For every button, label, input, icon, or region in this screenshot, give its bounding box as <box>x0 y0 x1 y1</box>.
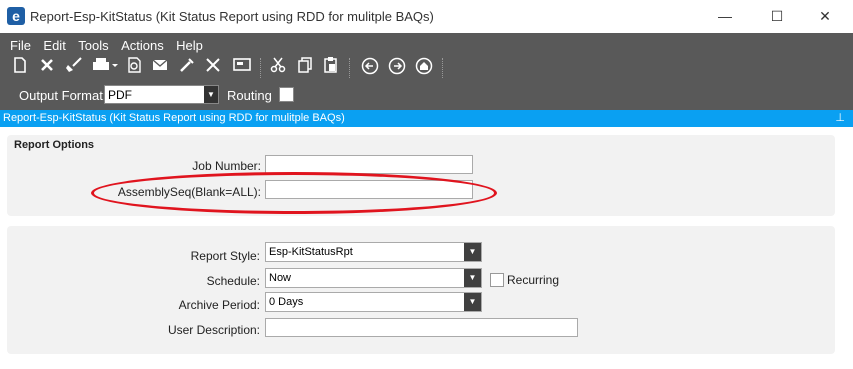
report-style-value: Esp-KitStatusRpt <box>269 246 353 258</box>
home-icon[interactable] <box>414 57 434 79</box>
archive-period-label: Archive Period: <box>178 298 260 312</box>
chevron-down-icon[interactable]: ▼ <box>464 243 481 261</box>
output-format-row: Output Format: PDF ▼ Routing <box>0 83 400 107</box>
menu-actions[interactable]: Actions <box>121 38 164 53</box>
schedule-label: Schedule: <box>206 274 260 288</box>
copy-icon[interactable] <box>295 57 315 79</box>
chevron-down-icon[interactable]: ▼ <box>464 293 481 311</box>
chevron-down-icon[interactable]: ▼ <box>204 86 218 103</box>
recurring-label: Recurring <box>507 273 560 287</box>
schedule-value: Now <box>269 272 292 284</box>
tools-icon[interactable] <box>177 57 197 79</box>
schedule-select[interactable]: Now ▼ <box>265 268 482 288</box>
print-icon[interactable] <box>91 57 119 79</box>
toolbar-separator <box>442 58 444 78</box>
chevron-down-icon[interactable]: ▼ <box>464 269 481 287</box>
toolbar-separator <box>260 58 262 78</box>
menu-edit[interactable]: Edit <box>43 38 65 53</box>
archive-period-value: 0 Days <box>269 296 304 308</box>
job-number-label: Job Number: <box>192 159 261 173</box>
screen-icon[interactable] <box>232 57 252 79</box>
wrench-icon[interactable] <box>204 57 224 79</box>
new-icon[interactable] <box>10 57 30 79</box>
report-header-bar: Report-Esp-KitStatus (Kit Status Report … <box>0 110 853 127</box>
send-email-icon[interactable] <box>151 57 171 79</box>
red-highlight-ellipse <box>91 172 497 214</box>
routing-label: Routing <box>227 88 272 103</box>
menu-tools[interactable]: Tools <box>78 38 108 53</box>
user-description-label: User Description: <box>167 323 260 337</box>
back-icon[interactable] <box>360 57 380 79</box>
title-bar: e Report-Esp-KitStatus (Kit Status Repor… <box>0 0 853 33</box>
menu-help[interactable]: Help <box>176 38 203 53</box>
forward-icon[interactable] <box>387 57 407 79</box>
close-button[interactable]: ✕ <box>805 4 845 28</box>
maximize-button[interactable]: ☐ <box>757 4 797 28</box>
menu-toolbar-area: File Edit Tools Actions Help Output Form… <box>0 33 853 110</box>
menu-file[interactable]: File <box>10 38 31 53</box>
report-options-title: Report Options <box>14 139 95 151</box>
cut-icon[interactable] <box>268 57 288 79</box>
toolbar-separator <box>349 58 351 78</box>
archive-period-select[interactable]: 0 Days ▼ <box>265 292 482 312</box>
user-description-input[interactable] <box>265 318 578 337</box>
pin-icon[interactable]: ⊥ <box>835 111 845 124</box>
output-format-value: PDF <box>108 88 132 102</box>
paste-icon[interactable] <box>321 57 341 79</box>
print-preview-icon[interactable] <box>125 57 145 79</box>
report-header-title: Report-Esp-KitStatus (Kit Status Report … <box>3 112 345 124</box>
recurring-checkbox[interactable] <box>490 273 504 287</box>
output-format-select[interactable]: PDF ▼ <box>104 85 219 104</box>
minimize-button[interactable]: — <box>705 4 745 28</box>
window-title: Report-Esp-KitStatus (Kit Status Report … <box>30 9 434 24</box>
clear-icon[interactable] <box>64 57 84 79</box>
output-format-label: Output Format: <box>19 88 107 103</box>
menu-bar: File Edit Tools Actions Help <box>10 37 211 55</box>
routing-checkbox[interactable] <box>279 87 294 102</box>
toolbar <box>10 55 460 81</box>
delete-icon[interactable] <box>37 57 57 79</box>
app-logo: e <box>7 7 25 25</box>
report-style-label: Report Style: <box>190 249 260 263</box>
report-style-select[interactable]: Esp-KitStatusRpt ▼ <box>265 242 482 262</box>
